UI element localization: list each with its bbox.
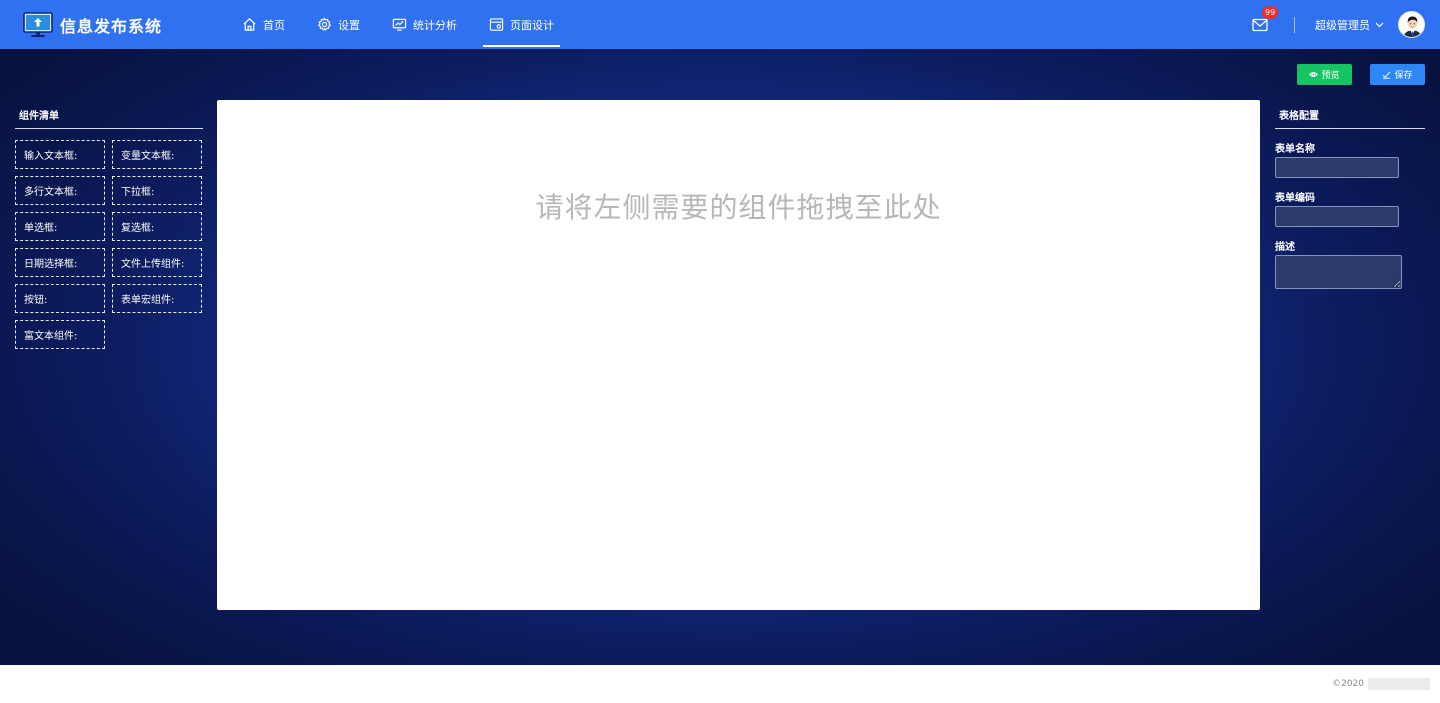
gear-icon <box>317 17 338 32</box>
monitor-logo-icon <box>23 11 53 38</box>
description-textarea[interactable] <box>1275 255 1402 289</box>
preview-label: 预览 <box>1321 71 1340 81</box>
avatar[interactable] <box>1398 11 1425 38</box>
component-rich-text[interactable]: 富文本组件: <box>15 320 105 349</box>
nav-item-home[interactable]: 首页 <box>242 0 285 49</box>
nav-label: 首页 <box>263 18 285 32</box>
mail-icon <box>1252 18 1268 32</box>
component-form-macro[interactable]: 表单宏组件: <box>112 284 202 313</box>
component-textarea[interactable]: 多行文本框: <box>15 176 105 205</box>
description-label: 描述 <box>1275 242 1295 253</box>
header-divider <box>1294 16 1295 33</box>
notifications-button[interactable]: 99 <box>1252 5 1279 32</box>
component-list-panel: 组件清单 输入文本框: 变量文本框: 多行文本框: 下拉框: 单选框: 复选框:… <box>15 107 203 349</box>
user-name: 超级管理员 <box>1315 18 1370 32</box>
header-right: 99 超级管理员 <box>1252 0 1440 49</box>
component-date-picker[interactable]: 日期选择框: <box>15 248 105 277</box>
top-header: 信息发布系统 首页 设置 统计分析 页面设计 99 超级管理员 <box>0 0 1440 49</box>
page-design-icon <box>489 17 510 32</box>
table-config-panel: 表格配置 表单名称 表单编码 描述 <box>1275 107 1425 289</box>
user-menu[interactable]: 超级管理员 <box>1315 17 1384 33</box>
form-name-input[interactable] <box>1275 157 1399 178</box>
component-checkbox[interactable]: 复选框: <box>112 212 202 241</box>
save-button[interactable]: 保存 <box>1370 64 1425 85</box>
design-canvas-dropzone[interactable]: 请将左侧需要的组件拖拽至此处 <box>217 100 1260 610</box>
brand[interactable]: 信息发布系统 <box>23 11 242 38</box>
nav-label: 设置 <box>338 18 360 32</box>
table-config-title: 表格配置 <box>1279 111 1319 122</box>
save-label: 保存 <box>1394 71 1413 81</box>
nav-item-page-design[interactable]: 页面设计 <box>483 0 560 49</box>
panel-divider <box>15 128 203 129</box>
main-nav: 首页 设置 统计分析 页面设计 <box>242 0 586 49</box>
chevron-down-icon <box>1370 22 1384 28</box>
home-icon <box>242 17 263 32</box>
eye-icon <box>1309 70 1321 79</box>
component-file-upload[interactable]: 文件上传组件: <box>112 248 202 277</box>
component-grid: 输入文本框: 变量文本框: 多行文本框: 下拉框: 单选框: 复选框: 日期选择… <box>15 140 203 349</box>
chart-monitor-icon <box>392 17 413 32</box>
copyright-text: ©2020 <box>1332 679 1364 689</box>
save-check-icon <box>1382 70 1394 79</box>
form-code-label: 表单编码 <box>1275 193 1315 204</box>
form-code-input[interactable] <box>1275 206 1399 227</box>
redacted-text-block <box>1368 678 1430 690</box>
component-list-title: 组件清单 <box>19 111 59 122</box>
component-dropdown[interactable]: 下拉框: <box>112 176 202 205</box>
nav-label: 页面设计 <box>510 18 554 32</box>
component-button[interactable]: 按钮: <box>15 284 105 313</box>
component-text-input[interactable]: 输入文本框: <box>15 140 105 169</box>
notification-badge: 99 <box>1262 5 1279 19</box>
component-variable-text[interactable]: 变量文本框: <box>112 140 202 169</box>
nav-label: 统计分析 <box>413 18 457 32</box>
form-name-label: 表单名称 <box>1275 144 1315 155</box>
footer: ©2020 <box>0 665 1440 703</box>
nav-item-statistics[interactable]: 统计分析 <box>392 0 457 49</box>
dropzone-hint: 请将左侧需要的组件拖拽至此处 <box>535 191 942 224</box>
component-radio[interactable]: 单选框: <box>15 212 105 241</box>
preview-button[interactable]: 预览 <box>1297 64 1352 85</box>
panel-divider <box>1275 128 1425 129</box>
nav-item-settings[interactable]: 设置 <box>317 0 360 49</box>
designer-stage: 预览 保存 组件清单 输入文本框: 变量文本框: 多行文本框: 下拉框: 单选框… <box>0 49 1440 665</box>
app-title: 信息发布系统 <box>60 16 163 36</box>
